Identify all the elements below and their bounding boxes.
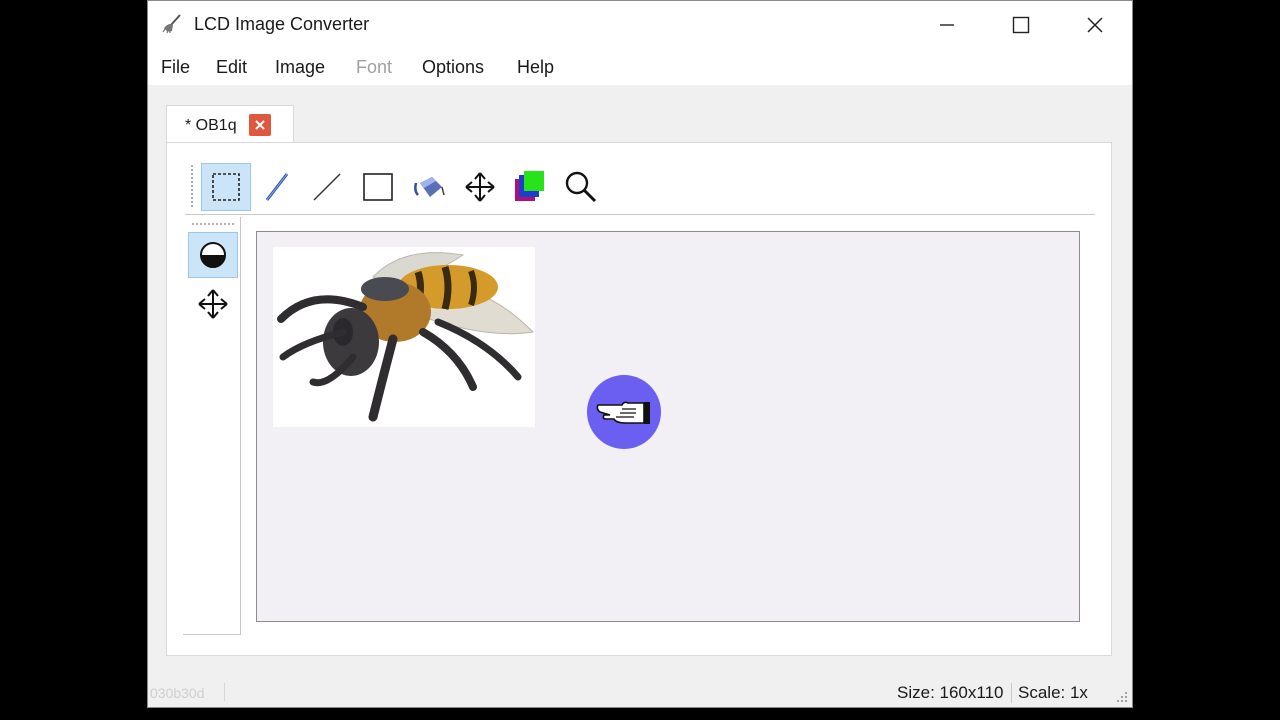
menu-options[interactable]: Options <box>422 57 484 78</box>
line-icon <box>313 173 341 201</box>
minimize-icon <box>940 24 954 26</box>
status-bar: 030b30d Size: 160x110 Scale: 1x <box>148 677 1132 707</box>
document-area: * OB1q <box>148 85 1132 677</box>
menu-image[interactable]: Image <box>275 57 325 78</box>
rectangle-tool-button[interactable] <box>353 163 403 211</box>
cursor-highlight <box>587 375 661 449</box>
broom-icon <box>162 14 181 34</box>
zoom-tool-button[interactable] <box>556 163 606 211</box>
pen-tool-button[interactable] <box>252 163 302 211</box>
rectangle-icon <box>363 173 393 201</box>
pen-icon <box>265 173 289 201</box>
title-bar[interactable]: LCD Image Converter <box>148 1 1132 49</box>
pointing-hand-icon <box>596 401 650 424</box>
menu-file[interactable]: File <box>161 57 190 78</box>
menu-edit[interactable]: Edit <box>216 57 247 78</box>
color-tool-button[interactable] <box>505 163 555 211</box>
close-button[interactable] <box>1058 1 1132 49</box>
menu-bar: File Edit Image Font Options Help <box>148 49 1132 85</box>
color-icon <box>515 171 544 201</box>
side-toolbar-border <box>240 217 241 635</box>
menu-font[interactable]: Font <box>356 57 392 78</box>
side-move-button[interactable] <box>188 281 238 327</box>
editor-panel <box>166 142 1112 656</box>
close-icon <box>1087 17 1103 33</box>
menu-help[interactable]: Help <box>517 57 554 78</box>
status-size: Size: 160x110 <box>897 683 1004 702</box>
window-title: LCD Image Converter <box>194 14 370 34</box>
select-tool-button[interactable] <box>201 163 251 211</box>
zoom-icon <box>565 171 597 203</box>
tab-label: * OB1q <box>185 117 237 134</box>
close-icon <box>255 120 265 130</box>
status-separator <box>224 683 225 701</box>
bee-illustration <box>277 252 535 422</box>
status-separator <box>1011 683 1012 703</box>
tab-close-button[interactable] <box>249 114 271 136</box>
status-text-left: 030b30d <box>150 685 205 701</box>
side-toolbar-grip[interactable] <box>192 223 234 225</box>
minimize-button[interactable] <box>910 1 984 49</box>
fill-bucket-icon <box>414 177 445 197</box>
image-canvas[interactable] <box>256 231 1080 622</box>
maximize-button[interactable] <box>984 1 1058 49</box>
select-rectangle-icon <box>212 173 240 201</box>
tab-ob1q[interactable]: * OB1q <box>166 105 294 143</box>
move-icon <box>465 172 495 202</box>
maximize-icon <box>1012 16 1030 34</box>
selection-mode-icon <box>200 242 226 268</box>
fill-tool-button[interactable] <box>404 163 454 211</box>
toolbar-separator <box>185 214 1095 215</box>
move-tool-button[interactable] <box>455 163 505 211</box>
toolbar-grip[interactable] <box>191 165 193 209</box>
line-tool-button[interactable] <box>302 163 352 211</box>
move-icon <box>198 289 228 319</box>
selection-mode-button[interactable] <box>188 232 238 278</box>
resize-grip-icon[interactable] <box>1116 691 1128 703</box>
bee-photo[interactable] <box>273 247 535 427</box>
status-scale: Scale: 1x <box>1018 683 1088 702</box>
side-toolbar-bottom <box>183 634 241 635</box>
app-window: LCD Image Converter File Edit Image Font… <box>147 0 1133 708</box>
